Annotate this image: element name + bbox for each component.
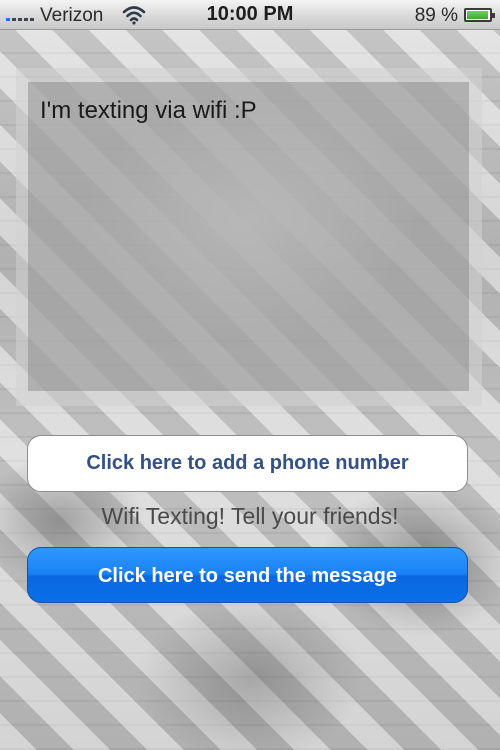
status-bar: Verizon 10:00 PM 89 % [0,0,500,30]
battery-percent: 89 % [414,5,458,26]
message-text-area[interactable]: I'm texting via wifi :P [28,82,469,391]
app-screen: Verizon 10:00 PM 89 % I'm texting via wi… [0,0,500,750]
battery-level-fill [467,11,489,19]
send-message-button[interactable]: Click here to send the message [27,547,468,603]
battery-icon [464,8,495,22]
tagline-text: Wifi Texting! Tell your friends! [101,503,399,529]
add-phone-number-button[interactable]: Click here to add a phone number [27,435,468,492]
